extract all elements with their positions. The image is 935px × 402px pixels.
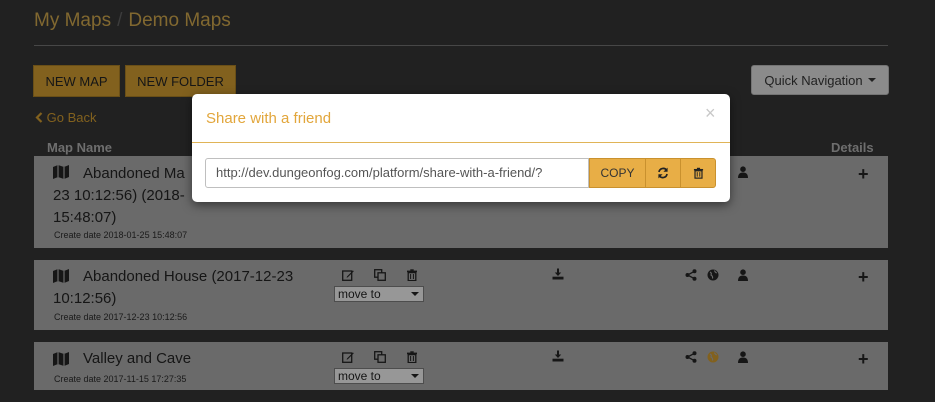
copy-button[interactable]: COPY: [589, 158, 646, 188]
delete-link-button[interactable]: [680, 158, 716, 188]
share-url-input[interactable]: http://dev.dungeonfog.com/platform/share…: [205, 158, 589, 188]
close-icon[interactable]: ×: [705, 103, 716, 124]
trash-icon: [693, 167, 703, 179]
modal-divider: [192, 142, 730, 143]
modal-title: Share with a friend: [206, 110, 332, 127]
refresh-icon: [658, 167, 668, 179]
share-modal: Share with a friend × http://dev.dungeon…: [192, 94, 730, 202]
refresh-button[interactable]: [645, 158, 681, 188]
